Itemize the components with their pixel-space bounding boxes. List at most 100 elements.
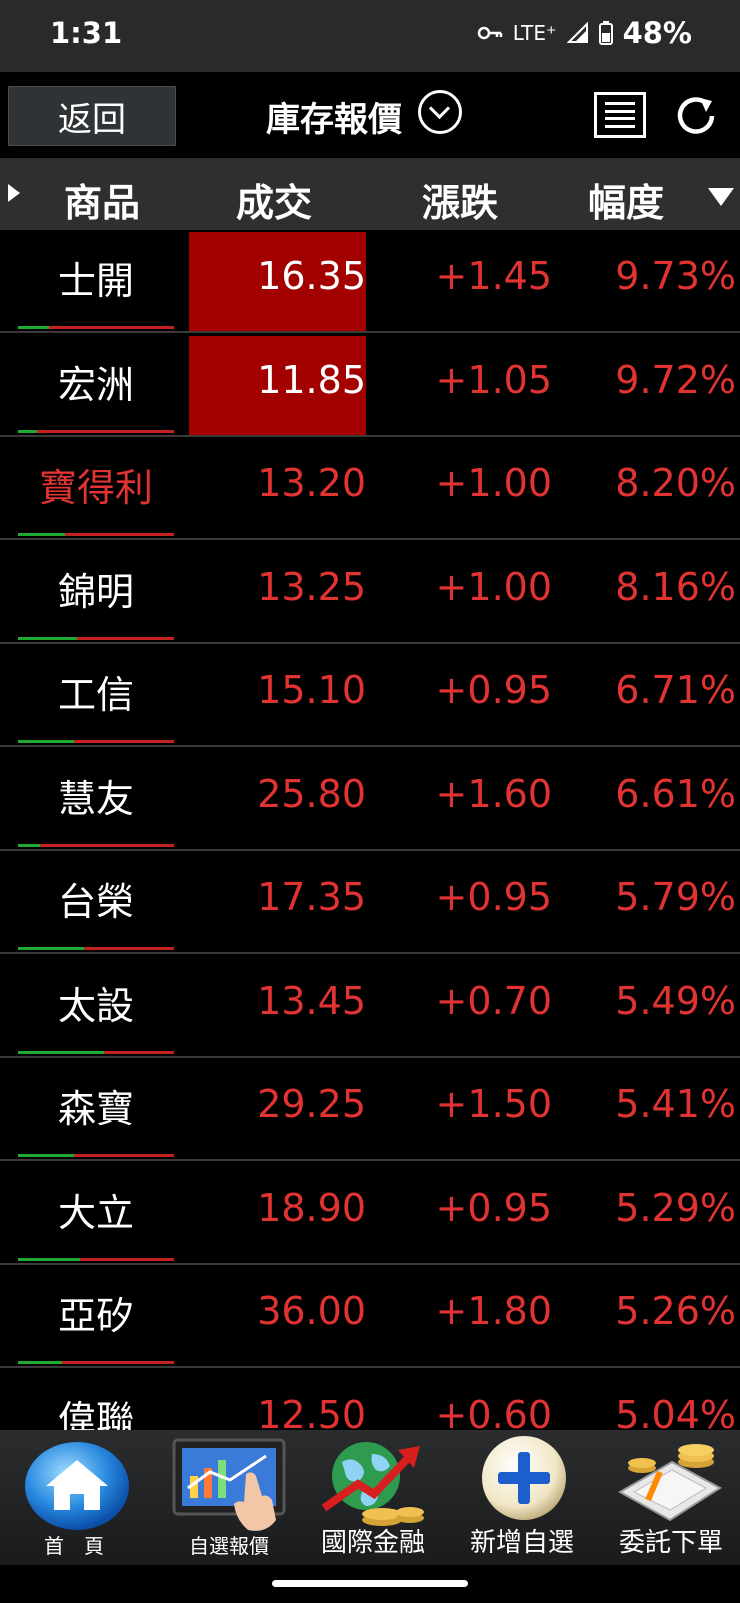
buy-sell-ratio-bar <box>18 636 174 640</box>
price-value: 18.90 <box>257 1185 366 1230</box>
percent-value: 5.49% <box>615 978 736 1023</box>
change-value: +1.00 <box>435 461 552 505</box>
nav-add-watch[interactable]: 新增自選 <box>448 1430 596 1565</box>
quote-row[interactable]: 士開 16.35 +1.45 9.73% <box>0 232 740 333</box>
status-icons: LTE⁺ 48% <box>477 16 692 50</box>
chevron-down-icon[interactable] <box>418 90 462 134</box>
price-value: 11.85 <box>257 357 366 402</box>
quote-row[interactable]: 大立 18.90 +0.95 5.29% <box>0 1164 740 1265</box>
product-name: 台榮 <box>57 880 134 924</box>
quote-row[interactable]: 太設 13.45 +0.70 5.49% <box>0 957 740 1058</box>
percent-value: 5.26% <box>615 1289 736 1333</box>
gesture-bar[interactable] <box>272 1580 468 1587</box>
nav-add-watch-label: 新增自選 <box>469 1528 574 1558</box>
column-price[interactable]: 成交 <box>236 172 312 227</box>
price-value: 36.00 <box>257 1289 366 1333</box>
buy-ratio-fill <box>18 429 37 433</box>
status-bar: 1:31 LTE⁺ 48% <box>0 0 740 72</box>
buy-sell-ratio-bar <box>18 947 174 950</box>
quote-row[interactable]: 宏洲 11.85 +1.05 9.72% <box>0 335 740 437</box>
buy-sell-ratio-bar <box>18 1050 174 1054</box>
nav-watchlist[interactable]: 自選報價 <box>162 1430 296 1565</box>
quote-row[interactable]: 台榮 17.35 +0.95 5.79% <box>0 853 740 954</box>
change-value: +1.80 <box>435 1289 552 1333</box>
back-button[interactable]: 返回 <box>8 86 176 146</box>
network-label: LTE⁺ <box>512 21 557 45</box>
buy-sell-ratio-bar <box>18 1154 174 1157</box>
quote-row[interactable]: 錦明 13.25 +1.00 8.16% <box>0 543 740 644</box>
nav-order[interactable]: 委託下單 <box>602 1430 740 1565</box>
column-change[interactable]: 漲跌 <box>422 172 498 227</box>
quote-row[interactable]: 工信 15.10 +0.95 6.71% <box>0 646 740 747</box>
quote-list: 士開 16.35 +1.45 9.73% 宏洲 11.85 +1.05 9.72% 寶得利 13.… <box>0 232 740 1430</box>
expand-arrow-icon[interactable] <box>8 184 20 202</box>
tablet-chart-icon <box>172 1438 286 1531</box>
title-bar: 返回 庫存報價 <box>0 72 740 158</box>
signal-icon <box>566 22 588 43</box>
change-value: +0.95 <box>435 875 552 919</box>
percent-value: 5.41% <box>615 1082 736 1126</box>
column-percent[interactable]: 幅度 <box>588 172 664 227</box>
nav-home[interactable]: 首 頁 <box>0 1430 148 1565</box>
buy-ratio-fill <box>18 1154 75 1157</box>
change-value: +0.70 <box>435 978 552 1023</box>
globe-arrow-icon <box>321 1442 424 1526</box>
buy-sell-ratio-bar <box>18 843 174 847</box>
change-value: +1.45 <box>435 254 552 298</box>
product-name: 太設 <box>57 983 134 1028</box>
column-product[interactable]: 商品 <box>64 172 140 227</box>
percent-value: 5.29% <box>615 1185 736 1230</box>
percent-value: 5.04% <box>615 1392 736 1431</box>
list-menu-icon[interactable] <box>594 92 646 138</box>
buy-ratio-fill <box>18 843 40 847</box>
buy-sell-ratio-bar <box>18 429 174 433</box>
product-name: 森寶 <box>57 1087 134 1131</box>
quote-row[interactable]: 寶得利 13.20 +1.00 8.20% <box>0 439 740 540</box>
sort-desc-icon[interactable] <box>708 188 734 206</box>
battery-percent: 48% <box>622 16 692 50</box>
change-value: +1.00 <box>435 564 552 609</box>
buy-sell-ratio-bar <box>18 740 174 743</box>
buy-sell-ratio-bar <box>18 1257 174 1261</box>
buy-ratio-fill <box>18 533 65 536</box>
percent-value: 5.79% <box>615 875 736 919</box>
nav-international[interactable]: 國際金融 <box>304 1430 442 1565</box>
quote-row[interactable]: 森寶 29.25 +1.50 5.41% <box>0 1060 740 1161</box>
nav-international-label: 國際金融 <box>320 1528 425 1558</box>
page-title[interactable]: 庫存報價 <box>266 92 402 141</box>
buy-ratio-fill <box>18 1050 104 1054</box>
order-coins-icon <box>617 1444 722 1522</box>
price-value: 15.10 <box>257 668 366 712</box>
percent-value: 9.72% <box>615 357 736 402</box>
product-name: 宏洲 <box>57 362 134 407</box>
buy-ratio-fill <box>18 1361 62 1364</box>
price-value: 25.80 <box>257 771 366 816</box>
product-name: 錦明 <box>57 569 134 614</box>
product-name: 大立 <box>57 1190 134 1235</box>
change-value: +0.60 <box>435 1392 552 1431</box>
home-icon <box>25 1442 129 1530</box>
percent-value: 8.16% <box>615 564 736 609</box>
product-name: 偉聯 <box>57 1397 134 1431</box>
nav-watchlist-label: 自選報價 <box>189 1534 269 1558</box>
buy-sell-ratio-bar <box>18 533 174 536</box>
product-name: 慧友 <box>57 776 134 821</box>
status-time: 1:31 <box>50 16 123 50</box>
column-header: 商品 成交 漲跌 幅度 <box>0 158 740 230</box>
nav-home-label: 首 頁 <box>44 1534 104 1558</box>
quote-row[interactable]: 偉聯 12.50 +0.60 5.04% <box>0 1371 740 1431</box>
buy-ratio-fill <box>18 947 84 950</box>
percent-value: 6.71% <box>615 668 736 712</box>
change-value: +1.50 <box>435 1082 552 1126</box>
quote-row[interactable]: 亞矽 36.00 +1.80 5.26% <box>0 1267 740 1368</box>
buy-ratio-fill <box>18 636 78 640</box>
buy-ratio-fill <box>18 1257 81 1261</box>
quote-row[interactable]: 慧友 25.80 +1.60 6.61% <box>0 750 740 851</box>
buy-sell-ratio-bar <box>18 326 174 329</box>
product-name: 寶得利 <box>38 466 153 510</box>
plus-icon <box>482 1436 566 1520</box>
percent-value: 6.61% <box>615 771 736 816</box>
refresh-icon[interactable] <box>672 92 720 140</box>
buy-ratio-fill <box>18 326 50 329</box>
change-value: +0.95 <box>435 668 552 712</box>
